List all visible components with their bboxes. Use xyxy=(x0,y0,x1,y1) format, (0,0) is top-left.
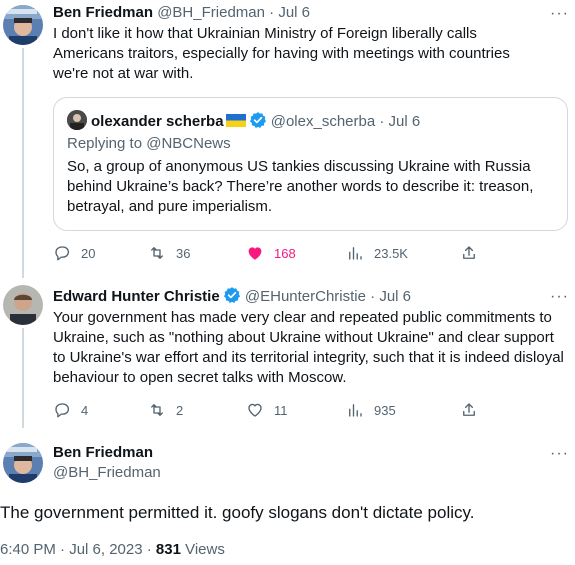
reply-button[interactable]: 20 xyxy=(53,243,95,263)
repost-count: 36 xyxy=(176,245,191,261)
author-handle[interactable]: @BH_Friedman xyxy=(53,463,161,483)
quoted-tweet[interactable]: olexander scherba @olex_scherba · Jul 6 … xyxy=(53,97,568,231)
views-count: 831 xyxy=(155,541,181,558)
views-count: 23.5K xyxy=(374,245,408,261)
author-name[interactable]: Edward Hunter Christie xyxy=(53,288,220,305)
tweet-meta: 6:40 PM · Jul 6, 2023 · 831 Views xyxy=(0,540,225,560)
reply-icon xyxy=(55,246,70,261)
share-button[interactable] xyxy=(460,243,488,263)
tweet-timestamp[interactable]: 6:40 PM · Jul 6, 2023 · xyxy=(0,541,156,558)
more-options-button[interactable]: ··· xyxy=(550,446,569,462)
tweet-actions: 4 2 11 935 xyxy=(53,400,493,420)
heart-filled-icon xyxy=(248,247,262,260)
author-name[interactable]: Ben Friedman xyxy=(53,443,153,463)
ukraine-flag-icon xyxy=(225,114,246,127)
tweet-date[interactable]: Jul 6 xyxy=(278,4,310,21)
views-button[interactable]: 23.5K xyxy=(346,243,408,263)
quoted-tweet-text: So, a group of anonymous US tankies disc… xyxy=(67,158,534,215)
like-count: 11 xyxy=(274,402,288,418)
verified-badge-icon xyxy=(223,287,240,303)
reply-count: 20 xyxy=(81,245,96,261)
avatar[interactable] xyxy=(3,285,43,325)
repost-count: 2 xyxy=(176,402,184,418)
verified-badge-icon xyxy=(249,112,266,128)
tweet-text: The government permitted it. goofy sloga… xyxy=(0,503,475,522)
share-icon xyxy=(463,246,475,259)
separator-dot: · xyxy=(379,113,385,130)
views-count: 935 xyxy=(374,402,396,418)
repost-icon xyxy=(151,247,163,259)
tweet-text: Your government has made very clear and … xyxy=(53,309,564,386)
tweet-header: Edward Hunter Christie @EHunterChristie … xyxy=(53,286,411,307)
author-handle[interactable]: @EHunterChristie xyxy=(245,288,366,305)
quoted-tweet-header: olexander scherba @olex_scherba · Jul 6 xyxy=(67,110,420,132)
tweet-date[interactable]: Jul 6 xyxy=(379,288,411,305)
tweet-actions: 20 36 168 23.5K xyxy=(53,243,493,263)
author-name[interactable]: Ben Friedman xyxy=(53,4,153,21)
thread-line xyxy=(22,48,24,278)
reply-icon xyxy=(55,403,70,418)
reply-button[interactable]: 4 xyxy=(53,400,88,420)
replying-to: Replying to @NBCNews xyxy=(67,135,231,152)
tweet-header: Ben Friedman @BH_Friedman · Jul 6 xyxy=(53,3,310,23)
quoted-author-handle: @olex_scherba xyxy=(270,113,376,130)
like-button[interactable]: 168 xyxy=(246,243,296,263)
like-button[interactable]: 11 xyxy=(246,400,288,420)
avatar[interactable] xyxy=(3,5,43,45)
analytics-icon xyxy=(349,247,362,260)
tweet-text: I don't like it how that Ukrainian Minis… xyxy=(53,25,510,82)
share-button[interactable] xyxy=(460,400,488,420)
views-label: Views xyxy=(180,541,225,558)
share-icon xyxy=(463,403,475,416)
avatar[interactable] xyxy=(3,443,43,483)
separator-dot: · xyxy=(370,288,376,305)
repost-button[interactable]: 36 xyxy=(148,243,190,263)
reply-count: 4 xyxy=(81,402,89,418)
separator-dot: · xyxy=(269,4,275,21)
quoted-author-name: olexander scherba xyxy=(91,113,224,130)
views-button[interactable]: 935 xyxy=(346,400,396,420)
repost-button[interactable]: 2 xyxy=(148,400,183,420)
more-options-button[interactable]: ··· xyxy=(550,6,569,22)
heart-icon xyxy=(248,403,262,417)
author-handle[interactable]: @BH_Friedman xyxy=(157,4,265,21)
repost-icon xyxy=(151,404,163,416)
more-options-button[interactable]: ··· xyxy=(550,289,569,305)
analytics-icon xyxy=(349,404,362,417)
quoted-tweet-date: Jul 6 xyxy=(388,113,421,130)
thread-line xyxy=(22,328,24,428)
like-count: 168 xyxy=(274,245,296,261)
quoted-avatar xyxy=(67,110,87,130)
